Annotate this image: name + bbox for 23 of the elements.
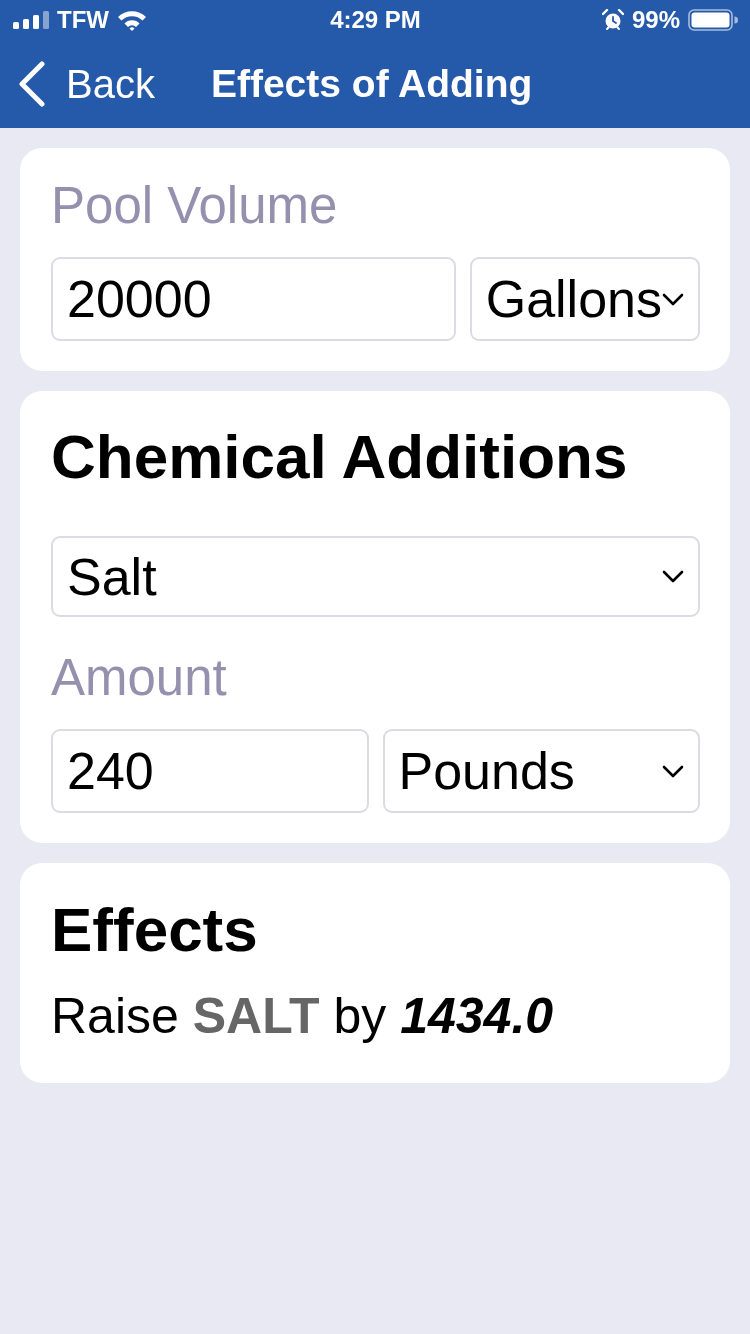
unit-select[interactable]: Gallons: [469, 257, 700, 341]
carrier-text: TFW: [57, 6, 109, 34]
wifi-icon: [117, 9, 147, 31]
back-button[interactable]: Back: [18, 60, 155, 108]
signal-icon: [13, 11, 49, 29]
chevron-down-icon: [662, 570, 684, 583]
back-chevron-icon: [18, 61, 46, 107]
chevron-down-icon: [662, 764, 684, 778]
card-title: Chemical Additions: [51, 421, 629, 493]
battery-percent-text: 99%: [631, 6, 680, 34]
chevron-down-icon: [662, 292, 684, 306]
screen-title: Effects of Adding: [210, 61, 533, 107]
field-label: Pool Volume: [51, 176, 339, 236]
chemical-select[interactable]: Salt: [51, 536, 700, 617]
field-label: Amount: [51, 648, 228, 708]
time-text: 4:29 PM: [330, 6, 421, 34]
volume-input[interactable]: 20000: [51, 257, 456, 341]
battery-icon: [688, 9, 738, 31]
amount-input[interactable]: 240: [51, 729, 369, 813]
unit-select[interactable]: Pounds: [382, 729, 700, 813]
card-title: Effects: [51, 894, 259, 966]
alarm-clock-icon: [601, 9, 624, 31]
effect-result-text: Raise SALT by 1434.0: [51, 987, 555, 1046]
